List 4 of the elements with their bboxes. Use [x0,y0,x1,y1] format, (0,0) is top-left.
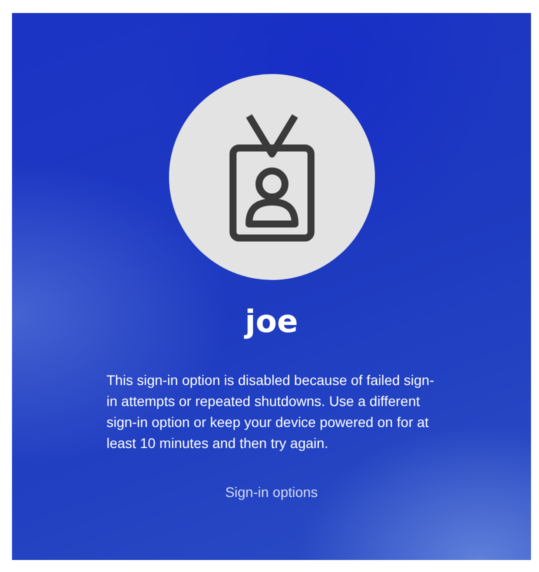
id-badge-icon [226,112,316,242]
sign-in-options-link[interactable]: Sign-in options [225,484,318,500]
user-name: joe [245,303,298,342]
disabled-message: This sign-in option is disabled because of failed sign-in attempts or repeated shutdowns. Use a different sign-in option or keep your device powered on for at least 10 minutes and then try again. [106,371,436,453]
